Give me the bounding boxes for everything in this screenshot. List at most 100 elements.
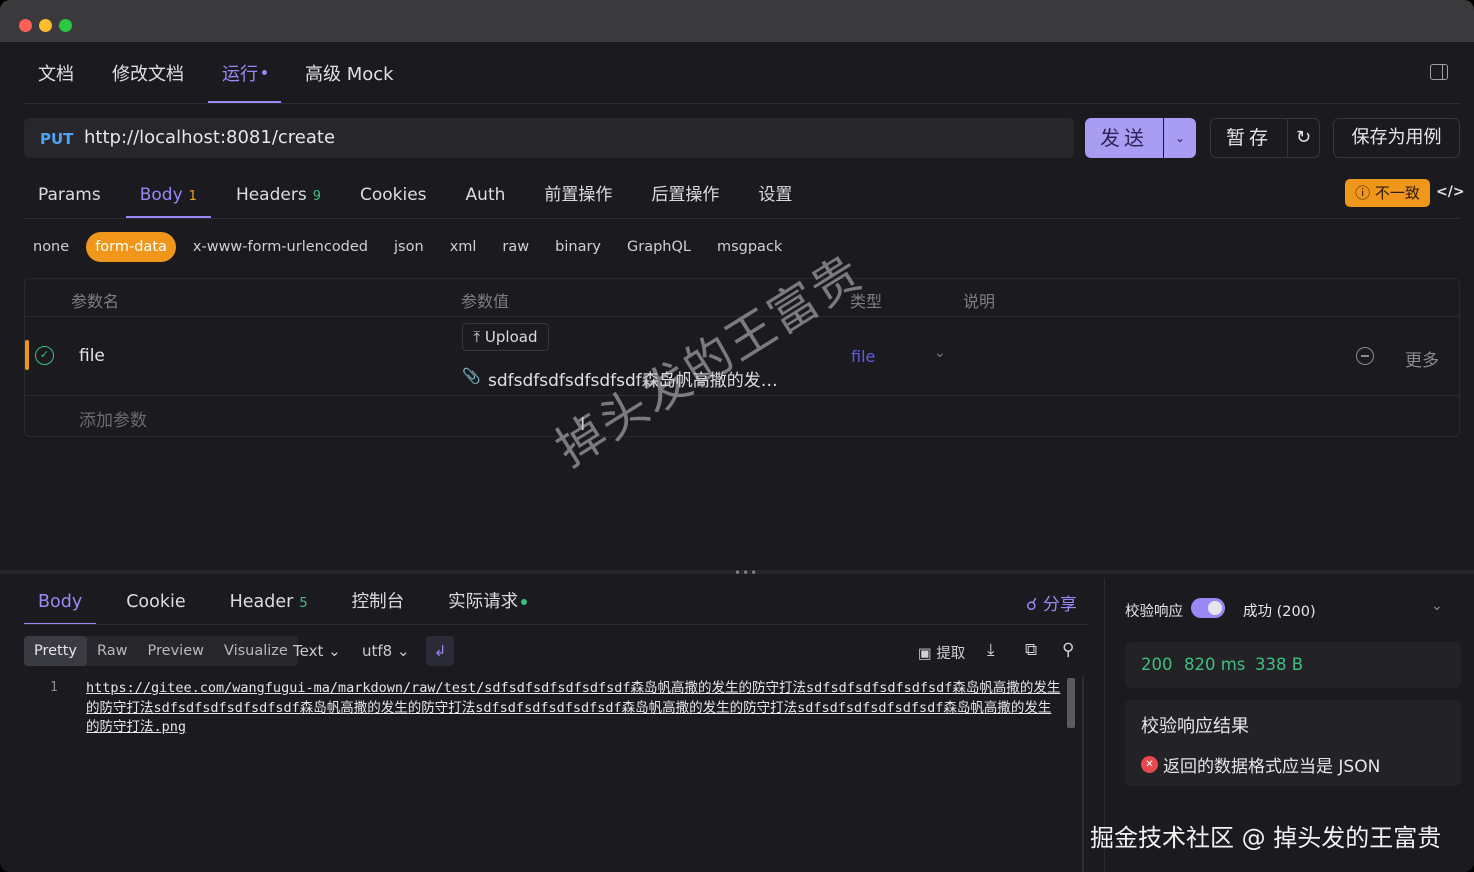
tab-settings-label: 设置 [758, 185, 793, 205]
tab-actual-request[interactable]: 实际请求 [434, 580, 541, 624]
http-method[interactable]: PUT [40, 130, 73, 148]
drag-handle-icon[interactable]: ••• [734, 566, 758, 580]
view-mode-preview[interactable]: Preview [138, 636, 214, 666]
share-icon: ☌ [1026, 595, 1038, 615]
tab-response-body[interactable]: Body [24, 580, 97, 625]
chevron-down-icon[interactable]: ⌄ [1431, 598, 1443, 614]
format-select[interactable]: Text ⌄ [293, 642, 341, 660]
tab-response-cookie[interactable]: Cookie [112, 580, 199, 624]
check-icon[interactable]: ✓ [35, 346, 54, 365]
download-icon[interactable]: ⤓ [987, 640, 995, 660]
tab-run[interactable]: 运行 [208, 48, 281, 103]
validation-result: 校验响应结果 ✕ 返回的数据格式应当是 JSON [1125, 700, 1461, 786]
encoding-select[interactable]: utf8 ⌄ [362, 642, 410, 660]
view-mode-raw[interactable]: Raw [87, 636, 138, 666]
body-type-form-data[interactable]: form-data [86, 232, 176, 262]
tab-pre-request-label: 前置操作 [544, 185, 613, 205]
upload-label: Upload [484, 328, 538, 346]
body-type-raw[interactable]: raw [493, 232, 538, 262]
response-code-viewer[interactable]: 1 https://gitee.com/wangfugui-ma/markdow… [24, 676, 1084, 872]
panel-toggle-icon[interactable] [1430, 64, 1448, 80]
mismatch-button[interactable]: ⓘ 不一致 [1345, 179, 1430, 207]
tab-post-request[interactable]: 后置操作 [637, 172, 733, 218]
tab-console[interactable]: 控制台 [338, 580, 419, 624]
header-count-badge: 5 [299, 596, 308, 611]
tab-cookies[interactable]: Cookies [346, 172, 441, 218]
save-as-case-button[interactable]: 保存为用例 [1333, 118, 1460, 158]
scrollbar-thumb[interactable] [1067, 678, 1075, 728]
copy-icon[interactable]: ⧉ [1025, 640, 1037, 660]
maximize-window-button[interactable] [59, 19, 72, 32]
share-button[interactable]: ☌ 分享 [1026, 590, 1077, 615]
validation-result-title: 校验响应结果 [1141, 716, 1249, 737]
body-type-binary[interactable]: binary [546, 232, 610, 262]
reset-button[interactable]: ↻ [1288, 118, 1320, 158]
tab-body-label: Body [139, 185, 183, 205]
url-input[interactable]: http://localhost:8081/create [84, 127, 335, 148]
extract-button[interactable]: ▣ 提取 [918, 642, 965, 663]
extract-icon: ▣ [918, 646, 932, 662]
mismatch-label: 不一致 [1374, 184, 1420, 202]
send-dropdown-button[interactable]: ⌄ [1164, 118, 1196, 158]
body-type-urlencoded[interactable]: x-www-form-urlencoded [184, 232, 377, 262]
close-window-button[interactable] [19, 19, 32, 32]
view-mode-selector: Pretty Raw Preview Visualize [24, 636, 298, 666]
tab-params[interactable]: Params [24, 172, 115, 218]
chevron-down-icon: ⌄ [328, 642, 341, 660]
search-icon[interactable]: ⚲ [1062, 640, 1074, 660]
response-time: 820 ms [1184, 655, 1246, 674]
code-icon[interactable]: </> [1436, 184, 1465, 200]
upload-button[interactable]: ⤒ Upload [462, 323, 549, 351]
footer-watermark: 掘金技术社区 @ 掉头发的王富贵 [1090, 824, 1442, 852]
line-number: 1 [50, 680, 58, 695]
param-type-select[interactable]: file [851, 347, 875, 366]
tab-settings[interactable]: 设置 [744, 172, 806, 218]
validate-response-label: 校验响应 [1125, 604, 1183, 620]
tab-run-label: 运行 [222, 64, 258, 85]
tab-docs[interactable]: 文档 [24, 48, 88, 102]
url-bar[interactable]: PUT http://localhost:8081/create [24, 118, 1074, 158]
send-button[interactable]: 发送 [1085, 118, 1163, 158]
title-bar [0, 0, 1474, 42]
tab-advanced-mock[interactable]: 高级 Mock [291, 48, 408, 102]
tab-headers-label: Headers [235, 185, 307, 205]
body-type-graphql[interactable]: GraphQL [618, 232, 700, 262]
remove-param-icon[interactable] [1356, 347, 1374, 365]
tab-docs-label: 文档 [38, 64, 74, 85]
tab-console-label: 控制台 [351, 592, 405, 612]
body-type-json[interactable]: json [385, 232, 433, 262]
tab-advanced-mock-label: 高级 Mock [305, 64, 394, 85]
tab-headers[interactable]: Headers 9 [222, 172, 335, 218]
row-divider [25, 395, 1459, 396]
save-draft-button[interactable]: 暂存 [1210, 118, 1288, 158]
more-button[interactable]: 更多 [1405, 346, 1439, 371]
validation-status[interactable]: 成功 (200) [1243, 600, 1316, 621]
body-count-badge: 1 [188, 189, 197, 204]
status-code: 200 [1141, 655, 1173, 674]
tab-actual-request-label: 实际请求 [448, 592, 519, 612]
body-type-none[interactable]: none [24, 232, 78, 262]
minimize-window-button[interactable] [39, 19, 52, 32]
view-mode-pretty[interactable]: Pretty [24, 636, 88, 666]
view-mode-visualize[interactable]: Visualize [214, 636, 298, 666]
error-icon: ✕ [1141, 756, 1158, 773]
response-body-text[interactable]: https://gitee.com/wangfugui-ma/markdown/… [86, 679, 1064, 738]
chevron-down-icon: ⌄ [1174, 131, 1186, 145]
tab-response-header[interactable]: Header 5 [216, 580, 322, 624]
format-select-value: Text [293, 642, 324, 660]
tab-cookies-label: Cookies [359, 185, 427, 205]
response-stats: 200 820 ms 338 B [1125, 642, 1461, 688]
param-name-field[interactable]: file [79, 346, 105, 366]
wrap-lines-icon[interactable]: ↲ [426, 636, 454, 666]
tab-edit-docs[interactable]: 修改文档 [98, 48, 198, 102]
tab-pre-request[interactable]: 前置操作 [530, 172, 626, 218]
tab-auth[interactable]: Auth [452, 172, 520, 218]
body-type-xml[interactable]: xml [441, 232, 486, 262]
validate-response-toggle[interactable] [1191, 598, 1225, 618]
tab-body[interactable]: Body 1 [125, 172, 212, 218]
divider [24, 103, 1460, 104]
add-param-input[interactable]: 添加参数 [79, 406, 147, 431]
body-type-msgpack[interactable]: msgpack [708, 232, 791, 262]
divider [24, 624, 1088, 625]
chevron-down-icon[interactable]: ⌄ [934, 345, 946, 361]
